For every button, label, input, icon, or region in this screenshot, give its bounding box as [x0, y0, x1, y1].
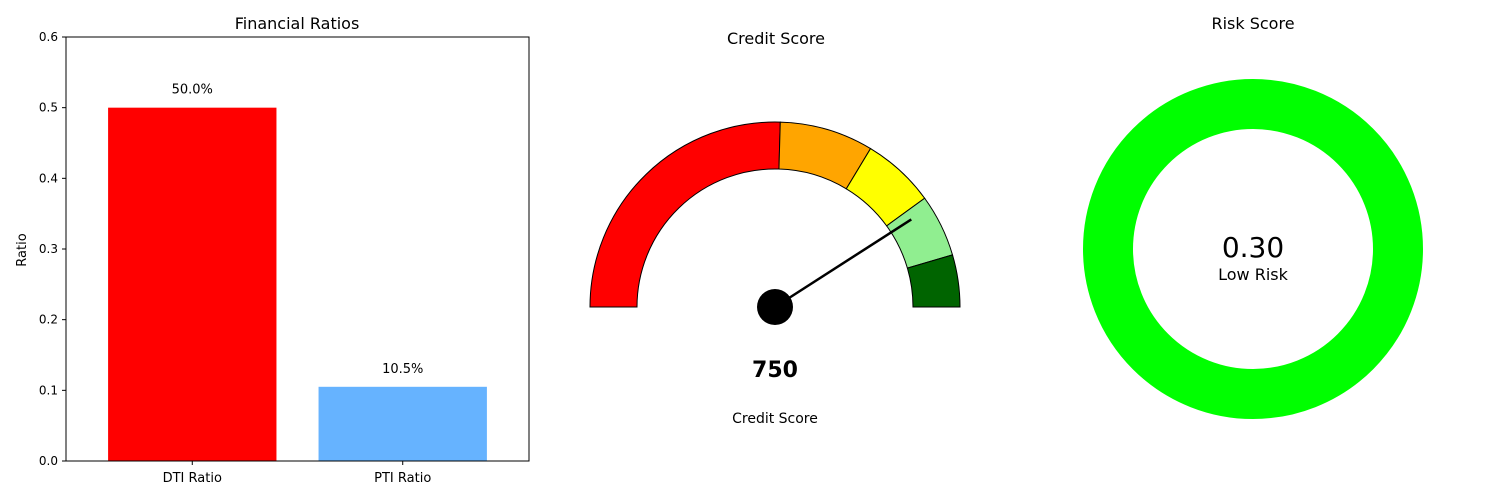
bars: 50.0% 10.5%: [108, 83, 487, 462]
gauge-hub: [757, 289, 793, 325]
y-tick-label: 0.1: [39, 383, 58, 397]
y-tick-label: 0.2: [39, 313, 58, 327]
gauge-segment-0: [589, 121, 781, 308]
gauge-segments: [589, 121, 961, 308]
bar-data-label: 10.5%: [382, 362, 423, 377]
gauge-value: 750: [752, 358, 798, 383]
x-tick-label: PTI Ratio: [374, 471, 431, 486]
y-axis-ticks: 0.0 0.1 0.2 0.3 0.4 0.5 0.6: [39, 30, 66, 468]
bar-data-label: 50.0%: [172, 83, 213, 98]
y-tick-label: 0.5: [39, 101, 58, 115]
risk-donut-panel: Risk Score 0.30 Low Risk: [1083, 14, 1423, 419]
credit-gauge-panel: Credit Score 750 Credit Score: [589, 29, 961, 427]
figure: Financial Ratios Ratio 0.00.10.20.30.40.…: [15, 14, 1423, 486]
gauge-needle: [774, 218, 912, 309]
bar-chart-title: Financial Ratios: [235, 14, 360, 33]
y-tick-label: 0.3: [39, 242, 58, 256]
bar-pti-ratio: [318, 386, 487, 461]
risk-value: 0.30: [1222, 231, 1284, 264]
bar-dti-ratio: [108, 107, 277, 462]
gauge-caption: Credit Score: [732, 411, 818, 427]
risk-category: Low Risk: [1218, 265, 1288, 284]
y-tick-label: 0.6: [39, 30, 58, 44]
x-tick-label: DTI Ratio: [163, 471, 222, 486]
bar-chart-y-axis-label: Ratio: [15, 233, 30, 266]
y-tick-label: 0.0: [39, 454, 58, 468]
bar-chart-panel: Financial Ratios Ratio 0.00.10.20.30.40.…: [15, 14, 530, 486]
donut-title: Risk Score: [1211, 14, 1294, 33]
x-axis-ticks: DTI Ratio PTI Ratio: [163, 461, 431, 486]
gauge-title: Credit Score: [727, 29, 825, 48]
y-tick-label: 0.4: [39, 171, 58, 185]
